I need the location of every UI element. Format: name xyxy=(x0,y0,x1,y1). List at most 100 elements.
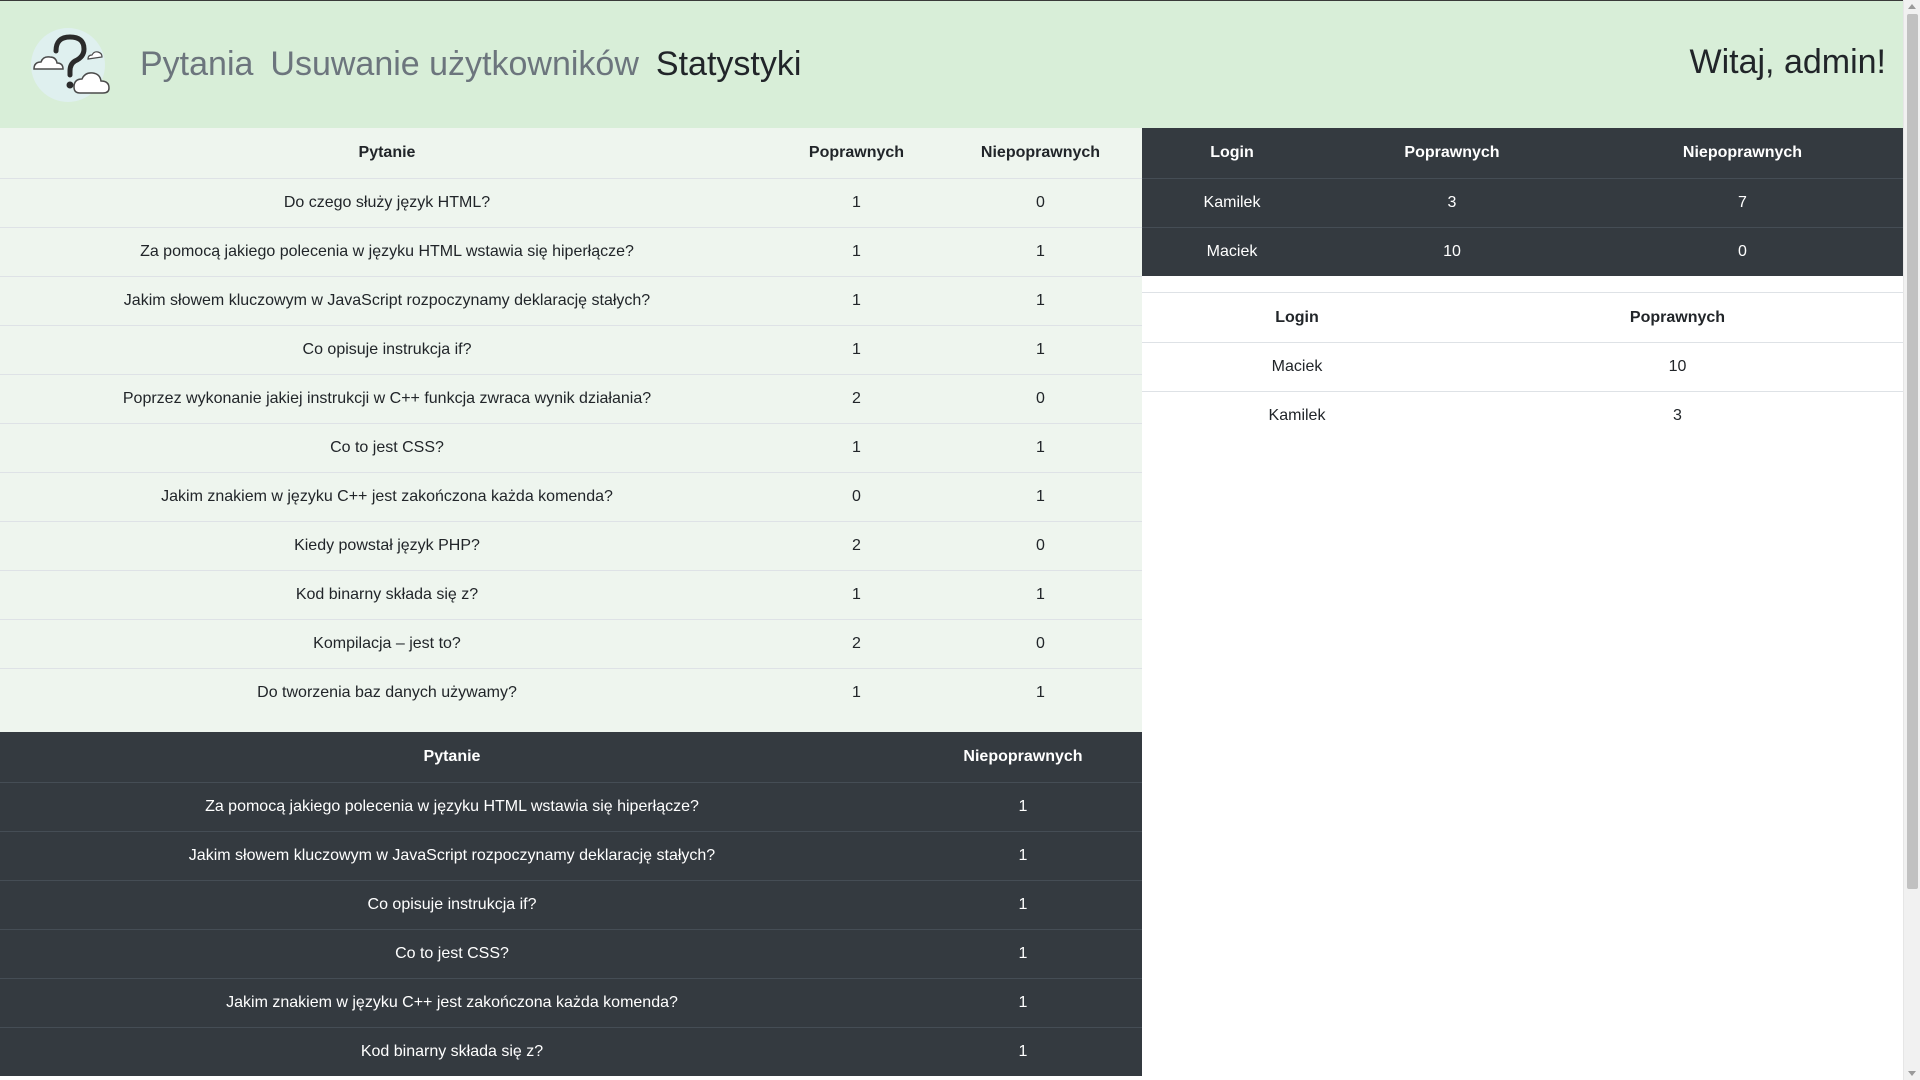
table-row: Co to jest CSS? 1 1 xyxy=(0,422,1142,472)
table-header-row: Login Poprawnych Niepoprawnych xyxy=(1142,128,1903,179)
incorrect-count-cell: 1 xyxy=(939,471,1142,521)
correct-count-cell: 2 xyxy=(774,618,939,668)
correct-count-cell: 3 xyxy=(1322,177,1582,227)
nav-link-statystyki[interactable]: Statystyki xyxy=(656,45,801,84)
table-row: Do czego służy język HTML? 1 0 xyxy=(0,178,1142,227)
vertical-scrollbar[interactable] xyxy=(1903,0,1920,1080)
stats-content: Pytanie Poprawnych Niepoprawnych Do czeg… xyxy=(0,128,1903,1080)
main-nav: Pytania Usuwanie użytkowników Statystyki xyxy=(140,45,818,84)
column-header: Pytanie xyxy=(0,732,904,783)
incorrect-count-cell: 1 xyxy=(904,1026,1142,1076)
correct-count-cell: 1 xyxy=(852,193,861,211)
question-cell: Za pomocą jakiego polecenia w języku HTM… xyxy=(0,226,774,276)
incorrect-count-cell: 1 xyxy=(939,324,1142,374)
incorrect-count-cell: 1 xyxy=(904,781,1142,831)
table-row: Co to jest CSS? 1 xyxy=(0,928,1142,978)
table-row: Do tworzenia baz danych używamy? 1 1 xyxy=(0,667,1142,717)
question-clouds-icon[interactable] xyxy=(26,25,116,105)
incorrect-count-cell: 1 xyxy=(939,226,1142,276)
nav-link-usuwanie-uzytkownikow[interactable]: Usuwanie użytkowników xyxy=(270,45,639,84)
table-row: Jakim słowem kluczowym w JavaScript rozp… xyxy=(0,830,1142,880)
incorrect-count-cell: 1 xyxy=(939,667,1142,717)
correct-count-cell: 1 xyxy=(774,324,939,374)
table-header-row: Pytanie Niepoprawnych xyxy=(0,732,1142,783)
question-cell: Co opisuje instrukcja if? xyxy=(0,324,774,374)
question-cell: Kod binarny składa się z? xyxy=(0,1026,904,1076)
nav-link-pytania[interactable]: Pytania xyxy=(140,45,253,84)
correct-count-cell: 1 xyxy=(774,226,939,276)
table-header-row: Login Poprawnych xyxy=(1142,292,1903,343)
question-cell: Za pomocą jakiego polecenia w języku HTM… xyxy=(0,781,904,831)
question-cell: Kiedy powstał język PHP? xyxy=(0,520,774,570)
question-stats-table: Pytanie Poprawnych Niepoprawnych Do czeg… xyxy=(0,128,1142,717)
scroll-down-arrow-icon[interactable] xyxy=(1908,1071,1916,1076)
login-cell: Kamilek xyxy=(1142,177,1322,227)
column-header: Login xyxy=(1142,292,1452,343)
login-cell: Kamilek xyxy=(1268,407,1326,425)
question-cell: Jakim znakiem w języku C++ jest zakończo… xyxy=(0,471,774,521)
table-row: Co opisuje instrukcja if? 1 1 xyxy=(0,324,1142,374)
question-cell: Kod binarny składa się z? xyxy=(0,569,774,619)
column-header: Poprawnych xyxy=(774,128,939,179)
wrong-questions-table: Pytanie Niepoprawnych Za pomocą jakiego … xyxy=(0,732,1142,1076)
incorrect-count-cell: 0 xyxy=(939,520,1142,570)
login-cell: Maciek xyxy=(1142,226,1322,276)
incorrect-count-cell: 1 xyxy=(939,422,1142,472)
column-header: Poprawnych xyxy=(1322,128,1582,179)
greeting: Witaj, admin! xyxy=(1689,43,1887,81)
question-cell: Co to jest CSS? xyxy=(0,928,904,978)
correct-count-cell: 1 xyxy=(774,569,939,619)
incorrect-count-cell: 1 xyxy=(904,879,1142,929)
incorrect-count-cell: 1 xyxy=(939,275,1142,325)
incorrect-count-cell: 0 xyxy=(939,373,1142,423)
question-stats-panel: Pytanie Poprawnych Niepoprawnych Do czeg… xyxy=(0,128,1142,732)
question-cell: Do czego służy język HTML? xyxy=(283,193,491,211)
incorrect-count-cell: 0 xyxy=(939,618,1142,668)
scroll-up-arrow-icon[interactable] xyxy=(1908,4,1916,9)
table-row: Maciek 10 xyxy=(1142,342,1903,392)
ranking-table: Login Poprawnych Maciek 10 Kamilek 3 xyxy=(1142,292,1903,441)
viewport: Pytania Usuwanie użytkowników Statystyki… xyxy=(0,0,1903,1080)
scrollbar-thumb[interactable] xyxy=(1907,14,1918,889)
question-cell: Do tworzenia baz danych używamy? xyxy=(0,667,774,717)
column-header: Niepoprawnych xyxy=(904,732,1142,783)
question-cell: Jakim słowem kluczowym w JavaScript rozp… xyxy=(0,830,904,880)
table-row: Kompilacja – jest to? 2 0 xyxy=(0,618,1142,668)
table-row: Za pomocą jakiego polecenia w języku HTM… xyxy=(0,226,1142,276)
table-row: Jakim słowem kluczowym w JavaScript rozp… xyxy=(0,275,1142,325)
incorrect-count-cell: 0 xyxy=(1036,193,1045,211)
table-row: Kod binarny składa się z? 1 1 xyxy=(0,569,1142,619)
question-cell: Kompilacja – jest to? xyxy=(0,618,774,668)
column-header: Poprawnych xyxy=(1452,292,1903,343)
question-cell: Poprzez wykonanie jakiej instrukcji w C+… xyxy=(0,373,774,423)
page: Pytania Usuwanie użytkowników Statystyki… xyxy=(0,0,1920,1080)
table-row: Jakim znakiem w języku C++ jest zakończo… xyxy=(0,977,1142,1027)
table-header-row: Pytanie Poprawnych Niepoprawnych xyxy=(0,128,1142,179)
table-row: Za pomocą jakiego polecenia w języku HTM… xyxy=(0,781,1142,831)
column-header: Pytanie xyxy=(0,128,774,179)
table-row: Co opisuje instrukcja if? 1 xyxy=(0,879,1142,929)
user-stats-table: Login Poprawnych Niepoprawnych Kamilek 3 7… xyxy=(1142,128,1903,276)
correct-count-cell: 2 xyxy=(774,373,939,423)
question-cell: Jakim znakiem w języku C++ jest zakończo… xyxy=(0,977,904,1027)
table-row: Kod binarny składa się z? 1 xyxy=(0,1026,1142,1076)
correct-count-cell: 2 xyxy=(774,520,939,570)
incorrect-count-cell: 1 xyxy=(904,830,1142,880)
correct-count-cell: 1 xyxy=(774,275,939,325)
navbar: Pytania Usuwanie użytkowników Statystyki… xyxy=(0,1,1903,128)
correct-count-cell: 1 xyxy=(774,667,939,717)
column-header: Login xyxy=(1142,128,1322,179)
correct-count-cell: 3 xyxy=(1673,407,1682,425)
incorrect-count-cell: 0 xyxy=(1582,226,1903,276)
column-header: Niepoprawnych xyxy=(1582,128,1903,179)
incorrect-count-cell: 1 xyxy=(939,569,1142,619)
correct-count-cell: 10 xyxy=(1322,226,1582,276)
table-row: Jakim znakiem w języku C++ jest zakończo… xyxy=(0,471,1142,521)
question-cell: Jakim słowem kluczowym w JavaScript rozp… xyxy=(0,275,774,325)
incorrect-count-cell: 1 xyxy=(904,928,1142,978)
table-row: Kamilek 3 xyxy=(1142,392,1903,441)
table-row: Kamilek 3 7 xyxy=(1142,177,1903,227)
table-row: Kiedy powstał język PHP? 2 0 xyxy=(0,520,1142,570)
incorrect-count-cell: 7 xyxy=(1582,177,1903,227)
